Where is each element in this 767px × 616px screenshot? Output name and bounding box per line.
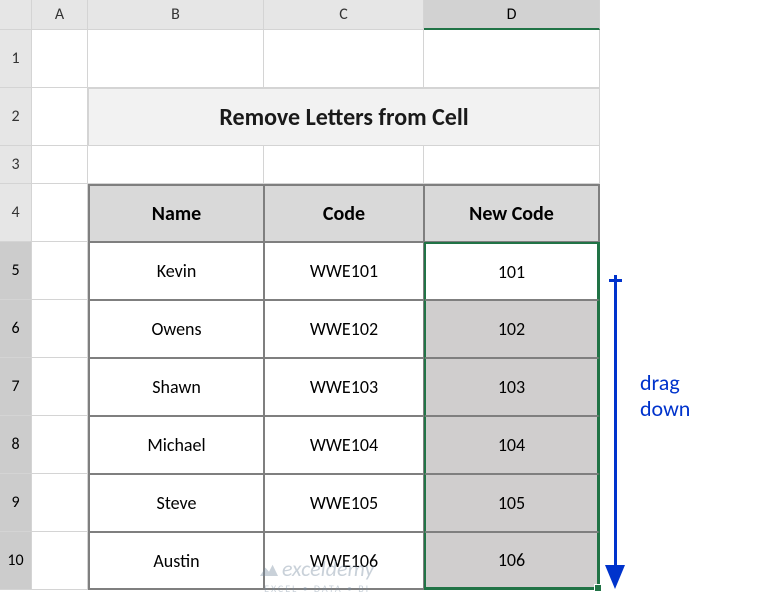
drag-text-2: down	[640, 396, 690, 422]
cell-code-0[interactable]: WWE101	[264, 242, 424, 300]
cell-A2[interactable]	[32, 88, 88, 146]
col-header-A[interactable]: A	[32, 0, 88, 30]
cell-A3[interactable]	[32, 146, 88, 184]
cell-newcode-5[interactable]: 106	[424, 532, 600, 590]
cell-A4[interactable]	[32, 184, 88, 242]
cell-newcode-1[interactable]: 102	[424, 300, 600, 358]
select-all-corner[interactable]	[0, 0, 32, 30]
cell-newcode-4[interactable]: 105	[424, 474, 600, 532]
cell-name-1[interactable]: Owens	[88, 300, 264, 358]
cell-A8[interactable]	[32, 416, 88, 474]
cell-A10[interactable]	[32, 532, 88, 590]
cell-D3[interactable]	[424, 146, 600, 184]
col-header-D[interactable]: D	[424, 0, 600, 30]
drag-annotation: drag down	[640, 370, 690, 423]
cell-A7[interactable]	[32, 358, 88, 416]
cell-newcode-3[interactable]: 104	[424, 416, 600, 474]
arrow-head-icon	[605, 565, 625, 589]
cell-D1[interactable]	[424, 30, 600, 88]
cell-C1[interactable]	[264, 30, 424, 88]
cell-A9[interactable]	[32, 474, 88, 532]
cell-code-4[interactable]: WWE105	[264, 474, 424, 532]
row-header-2[interactable]: 2	[0, 88, 32, 146]
cell-code-3[interactable]: WWE104	[264, 416, 424, 474]
row-header-5[interactable]: 5	[0, 242, 32, 300]
cell-A6[interactable]	[32, 300, 88, 358]
header-newcode[interactable]: New Code	[424, 184, 600, 242]
row-header-3[interactable]: 3	[0, 146, 32, 184]
header-name[interactable]: Name	[88, 184, 264, 242]
row-header-6[interactable]: 6	[0, 300, 32, 358]
row-header-1[interactable]: 1	[0, 30, 32, 88]
row-header-4[interactable]: 4	[0, 184, 32, 242]
col-header-B[interactable]: B	[88, 0, 264, 30]
cell-A1[interactable]	[32, 30, 88, 88]
col-header-C[interactable]: C	[264, 0, 424, 30]
cell-newcode-2[interactable]: 103	[424, 358, 600, 416]
cell-name-3[interactable]: Michael	[88, 416, 264, 474]
cell-code-5[interactable]: WWE106	[264, 532, 424, 590]
cell-B3[interactable]	[88, 146, 264, 184]
cell-C3[interactable]	[264, 146, 424, 184]
row-header-9[interactable]: 9	[0, 474, 32, 532]
row-header-8[interactable]: 8	[0, 416, 32, 474]
cell-A5[interactable]	[32, 242, 88, 300]
cell-name-4[interactable]: Steve	[88, 474, 264, 532]
row-header-10[interactable]: 10	[0, 532, 32, 590]
row-header-7[interactable]: 7	[0, 358, 32, 416]
cell-name-0[interactable]: Kevin	[88, 242, 264, 300]
drag-text-1: drag	[640, 370, 690, 396]
cell-name-2[interactable]: Shawn	[88, 358, 264, 416]
header-code[interactable]: Code	[264, 184, 424, 242]
fill-handle[interactable]	[594, 584, 602, 592]
cell-B1[interactable]	[88, 30, 264, 88]
title-cell[interactable]: Remove Letters from Cell	[88, 88, 600, 146]
arrow-line	[614, 275, 617, 565]
spreadsheet-grid: A B C D 1 2 Remove Letters from Cell 3 4…	[0, 0, 767, 590]
drag-arrow	[605, 275, 625, 589]
cell-code-1[interactable]: WWE102	[264, 300, 424, 358]
cell-code-2[interactable]: WWE103	[264, 358, 424, 416]
cell-name-5[interactable]: Austin	[88, 532, 264, 590]
cell-newcode-0[interactable]: 101	[424, 242, 600, 300]
